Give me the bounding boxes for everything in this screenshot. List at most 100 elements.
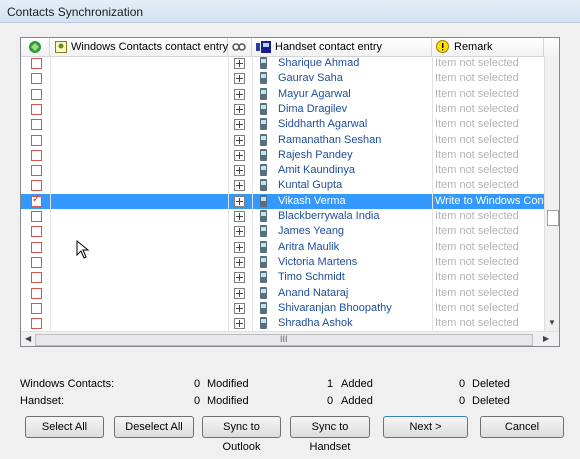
row-checkbox[interactable]	[31, 103, 42, 115]
handset-contact-icon	[260, 317, 267, 330]
handset-contact-icon	[260, 72, 267, 85]
row-checkbox[interactable]	[31, 88, 42, 100]
expand-plus-icon[interactable]	[234, 195, 245, 207]
header-sync-icon-cell[interactable]	[21, 38, 50, 56]
expand-plus-icon[interactable]	[234, 256, 245, 268]
header-handset-entry-label: Handset contact entry	[275, 41, 383, 53]
handset-added-label: Added	[341, 395, 373, 407]
handset-contact-icon	[260, 225, 267, 238]
handset-contact-name: Shradha Ashok	[278, 317, 353, 330]
table-row[interactable]: Ramanathan Seshan Item not selected	[21, 133, 544, 148]
scroll-left-arrow-icon[interactable]: ◀	[25, 334, 31, 343]
row-checkbox[interactable]	[31, 58, 42, 69]
header-windows-entry[interactable]: Windows Contacts contact entry	[50, 38, 228, 56]
expand-plus-icon[interactable]	[234, 211, 245, 222]
row-remark: Item not selected	[435, 164, 519, 177]
expand-plus-icon[interactable]	[234, 58, 245, 69]
expand-plus-icon[interactable]	[234, 272, 245, 284]
scroll-right-arrow-icon[interactable]: ▶	[543, 334, 549, 343]
table-row[interactable]: Gaurav Saha Item not selected	[21, 71, 544, 86]
table-row[interactable]: Victoria Martens Item not selected	[21, 255, 544, 270]
expand-plus-icon[interactable]	[234, 226, 245, 238]
windows-contacts-icon	[55, 41, 67, 53]
horizontal-scroll-thumb[interactable]: III	[35, 334, 533, 346]
header-handset-entry[interactable]: Handset contact entry	[252, 38, 432, 56]
row-remark: Item not selected	[435, 87, 519, 100]
vertical-scroll-thumb[interactable]	[547, 210, 559, 226]
handset-icon	[256, 41, 271, 53]
link-chain-icon	[232, 43, 246, 51]
table-row[interactable]: James Yeang Item not selected	[21, 224, 544, 239]
handset-contact-name: Rajesh Pandey	[278, 148, 353, 161]
table-row[interactable]: Shradha Ashok Item not selected	[21, 316, 544, 331]
row-checkbox[interactable]	[31, 149, 42, 161]
expand-plus-icon[interactable]	[234, 88, 245, 100]
row-remark: Item not selected	[435, 225, 519, 238]
expand-plus-icon[interactable]	[234, 103, 245, 115]
expand-plus-icon[interactable]	[234, 241, 245, 253]
expand-plus-icon[interactable]	[234, 134, 245, 146]
expand-plus-icon[interactable]	[234, 149, 245, 161]
table-row[interactable]: Rajesh Pandey Item not selected	[21, 148, 544, 163]
row-remark: Item not selected	[435, 210, 519, 222]
handset-added-count: 0	[327, 395, 334, 407]
header-link-icon-cell[interactable]	[228, 38, 252, 56]
expand-plus-icon[interactable]	[234, 302, 245, 314]
row-checkbox[interactable]	[31, 194, 42, 207]
table-row[interactable]: Sharique Ahmad Item not selected	[21, 56, 544, 71]
handset-contact-icon	[260, 301, 267, 314]
expand-plus-icon[interactable]	[234, 180, 245, 192]
sync-to-outlook-button[interactable]: Sync to Outlook	[202, 416, 281, 453]
handset-contact-icon	[260, 57, 267, 69]
table-row[interactable]: Blackberrywala India Item not selected	[21, 209, 544, 224]
row-checkbox[interactable]	[31, 318, 42, 330]
expand-plus-icon[interactable]	[234, 165, 245, 177]
table-row[interactable]: Shivaranjan Bhoopathy Item not selected	[21, 301, 544, 316]
sync-to-handset-button[interactable]: Sync to Handset	[290, 416, 370, 453]
contacts-grid[interactable]: Windows Contacts contact entry Handset c…	[20, 37, 560, 347]
deselect-all-button[interactable]: Deselect All	[114, 416, 194, 438]
handset-contact-name: Ramanathan Seshan	[278, 133, 382, 146]
handset-contact-name: Timo Schmidt	[278, 271, 345, 284]
expand-plus-icon[interactable]	[234, 73, 245, 85]
expand-plus-icon[interactable]	[234, 119, 245, 131]
row-checkbox[interactable]	[31, 211, 42, 222]
handset-contact-icon	[260, 118, 267, 131]
table-row[interactable]: Anand Nataraj Item not selected	[21, 286, 544, 301]
row-checkbox[interactable]	[31, 241, 42, 253]
expand-plus-icon[interactable]	[234, 287, 245, 299]
row-checkbox[interactable]	[31, 226, 42, 238]
table-row[interactable]: Kuntal Gupta Item not selected	[21, 178, 544, 193]
row-checkbox[interactable]	[31, 165, 42, 177]
table-row[interactable]: Mayur Agarwal Item not selected	[21, 87, 544, 102]
horizontal-scrollbar[interactable]: ◀ III ▶	[21, 331, 559, 346]
table-row[interactable]: Aritra Maulik Item not selected	[21, 240, 544, 255]
row-remark: Write to Windows Con	[435, 194, 544, 207]
row-checkbox[interactable]	[31, 302, 42, 314]
row-checkbox[interactable]	[31, 73, 42, 85]
next-button[interactable]: Next >	[383, 416, 468, 438]
expand-plus-icon[interactable]	[234, 318, 245, 330]
windows-contacts-label: Windows Contacts:	[20, 378, 115, 390]
row-checkbox[interactable]	[31, 272, 42, 284]
vertical-scrollbar[interactable]: ▼	[544, 56, 559, 331]
windows-deleted-label: Deleted	[472, 378, 510, 390]
row-checkbox[interactable]	[31, 180, 42, 192]
table-row[interactable]: Vikash Verma Write to Windows Con	[21, 193, 544, 209]
select-all-button[interactable]: Select All	[25, 416, 104, 438]
table-row[interactable]: Amit Kaundinya Item not selected	[21, 163, 544, 178]
grid-header: Windows Contacts contact entry Handset c…	[21, 38, 559, 57]
row-checkbox[interactable]	[31, 256, 42, 268]
row-checkbox[interactable]	[31, 287, 42, 299]
header-remark[interactable]: Remark	[432, 38, 544, 56]
handset-contact-icon	[260, 164, 267, 177]
row-checkbox[interactable]	[31, 134, 42, 146]
table-row[interactable]: Siddharth Agarwal Item not selected	[21, 117, 544, 132]
sync-globe-icon	[29, 41, 41, 53]
row-checkbox[interactable]	[31, 119, 42, 131]
scroll-down-arrow-icon[interactable]: ▼	[548, 318, 556, 327]
cancel-button[interactable]: Cancel	[480, 416, 564, 438]
handset-contact-name: Gaurav Saha	[278, 72, 343, 85]
table-row[interactable]: Dima Dragilev Item not selected	[21, 102, 544, 117]
table-row[interactable]: Timo Schmidt Item not selected	[21, 270, 544, 285]
